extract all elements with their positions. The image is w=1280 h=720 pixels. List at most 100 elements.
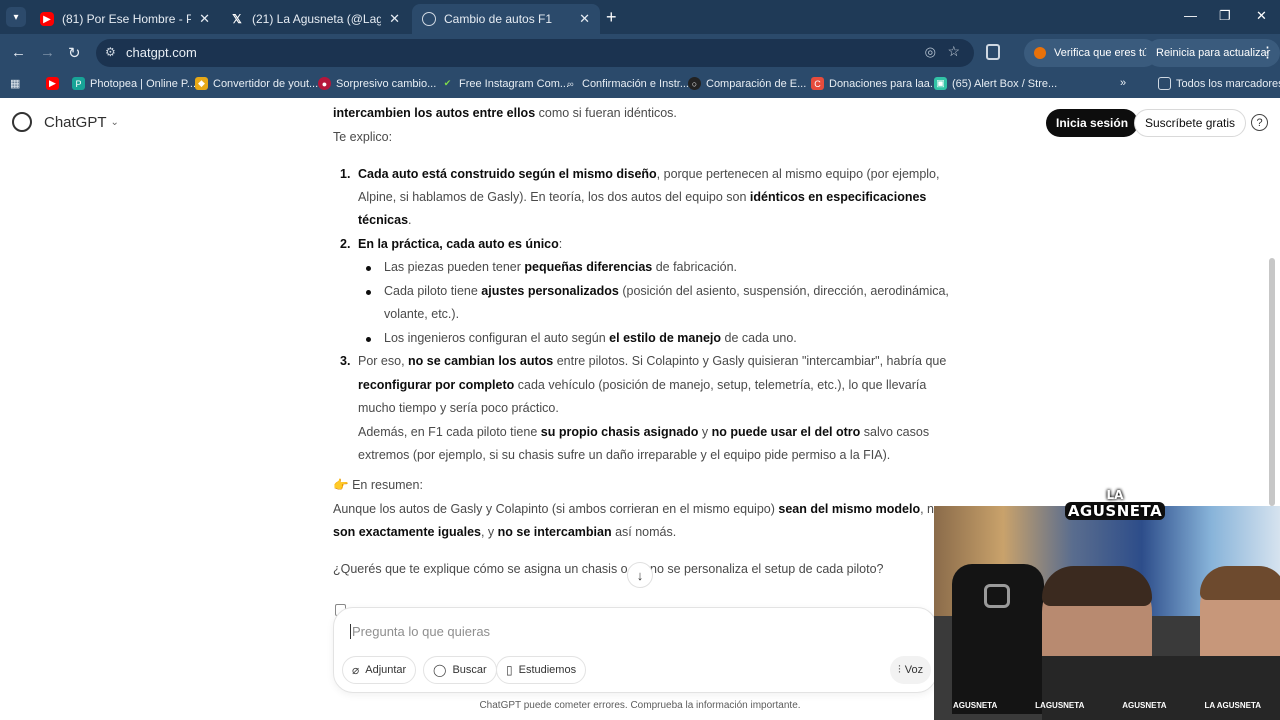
bookmark-item[interactable]: ▣ (65) Alert Box / Stre... <box>934 77 1057 90</box>
x-handle: LAGUSNETA <box>1035 700 1085 710</box>
close-tab-icon[interactable]: ✕ <box>389 11 400 27</box>
list-item-1-line3: técnicas. <box>358 213 412 227</box>
site-settings-icon[interactable]: ⚙ <box>105 45 116 59</box>
forward-icon[interactable]: → <box>40 44 55 61</box>
tab-title: (81) Por Ese Hombre - Pimpine <box>62 12 192 26</box>
bookmark-item[interactable]: ● Sorpresivo cambio... <box>318 77 436 90</box>
bookmark-label: (65) Alert Box / Stre... <box>952 77 1058 90</box>
restore-icon[interactable]: ❐ <box>1219 8 1231 24</box>
bookmark-label: Sorpresivo cambio... <box>336 77 437 90</box>
close-tab-icon[interactable]: ✕ <box>579 11 590 27</box>
bookmark-item[interactable]: ◆ Convertidor de yout... <box>195 77 318 90</box>
verify-label: Verifica que eres tú <box>1054 47 1149 59</box>
menu-kebab-icon[interactable]: ⋮ <box>1260 43 1275 61</box>
list-item-2: En la práctica, cada auto es único: <box>358 237 563 251</box>
bookmark-star-icon[interactable]: ☆ <box>947 43 960 60</box>
bookmark-item[interactable]: ✔ Free Instagram Com... <box>441 77 569 90</box>
hair <box>1200 566 1280 600</box>
list-item-1: Cada auto está construido según el mismo… <box>358 167 940 181</box>
close-window-icon[interactable]: ✕ <box>1256 8 1267 24</box>
prompt-input[interactable]: Pregunta lo que quieras <box>350 624 490 639</box>
bullet-item: Cada piloto tiene ajustes personalizados… <box>384 284 949 298</box>
all-bookmarks[interactable]: Todos los marcadores <box>1158 77 1280 90</box>
bookmark-item[interactable]: ∞ Confirmación e Instr... <box>564 77 689 90</box>
intro-line: intercambien los autos entre ellos como … <box>333 106 677 120</box>
folder-icon <box>1158 77 1171 90</box>
signup-button[interactable]: Suscríbete gratis <box>1134 109 1247 137</box>
prompt-composer[interactable]: Pregunta lo que quieras ⌀ Adjuntar ◯ Busca… <box>333 607 937 693</box>
reload-icon[interactable]: ↻ <box>68 44 81 62</box>
te-explico: Te explico: <box>333 130 393 144</box>
login-button[interactable]: Inicia sesión <box>1046 109 1139 137</box>
tab-title: (21) La Agusneta (@Lagusneta) <box>252 12 382 26</box>
webcam-overlay: AGUSNETA LAGUSNETA AGUSNETA LA AGUSNETA <box>934 506 1280 720</box>
back-icon[interactable]: ← <box>11 44 26 61</box>
list-item-3: Por eso, no se cambian los autos entre p… <box>358 354 947 368</box>
minimize-icon[interactable]: — <box>1184 8 1197 23</box>
chair-logo-icon <box>984 584 1010 608</box>
new-tab-icon[interactable]: + <box>606 8 617 26</box>
extensions-icon[interactable] <box>986 44 1000 60</box>
bookmark-youtube[interactable]: ▶ <box>46 77 64 90</box>
url-text[interactable]: chatgpt.com <box>126 45 197 60</box>
link-icon: ∞ <box>567 78 574 89</box>
help-icon[interactable]: ? <box>1251 114 1268 131</box>
address-bar[interactable]: ⚙ chatgpt.com ◎ ☆ <box>96 39 974 67</box>
apps-grid-icon[interactable]: ▦ <box>10 77 20 90</box>
list-number: 2. <box>340 237 351 251</box>
bookmarks-bar: ▦ ▶ P Photopea | Online P... ◆ Convertidor… <box>0 72 1280 98</box>
bookmark-item[interactable]: P Photopea | Online P... <box>72 77 196 90</box>
bullet-dot <box>366 290 371 295</box>
bookmark-label: Convertidor de yout... <box>213 77 319 90</box>
bookmark-item[interactable]: ○ Comparación de E... <box>688 77 806 90</box>
tab-title: Cambio de autos F1 <box>444 12 553 26</box>
search-button[interactable]: ◯ Buscar <box>423 656 497 684</box>
bookmark-item[interactable]: C Donaciones para laa... <box>811 77 939 90</box>
tab-youtube[interactable]: ▶ (81) Por Ese Hombre - Pimpine ✕ <box>30 4 220 34</box>
logo-top-text: LA <box>1106 487 1124 502</box>
youtube-icon: ▶ <box>46 77 59 90</box>
attach-button[interactable]: ⌀ Adjuntar <box>342 656 417 684</box>
bookmark-label: Todos los marcadores <box>1176 77 1280 90</box>
close-tab-icon[interactable]: ✕ <box>199 11 210 27</box>
list-item-3-line2: reconfigurar por completo cada vehículo … <box>358 378 927 392</box>
eye-off-icon[interactable]: ◎ <box>925 44 936 60</box>
summary-line2: son exactamente iguales, y no se interca… <box>333 525 677 539</box>
model-selector[interactable]: ChatGPT ⌄ <box>12 112 119 132</box>
followup-question-a: ¿Querés que te explique cómo se asigna u… <box>333 562 628 576</box>
voice-button[interactable]: ⫶ Voz <box>890 656 932 684</box>
bookmark-label: Photopea | Online P... <box>90 77 197 90</box>
bullet-dot <box>366 266 371 271</box>
tab-chatgpt[interactable]: Cambio de autos F1 ✕ <box>412 4 600 34</box>
agusneta-logo: LA AGUSNETA <box>1064 478 1166 530</box>
bookmark-label: Comparación de E... <box>706 77 807 90</box>
pointing-hand-icon: 👉 <box>333 478 349 492</box>
converter-icon: ◆ <box>195 77 208 90</box>
app-name: ChatGPT <box>44 113 107 131</box>
kick-handle: AGUSNETA <box>1122 700 1167 710</box>
page-scrollbar[interactable] <box>1269 258 1275 506</box>
summary-line1: Aunque los autos de Gasly y Colapinto (s… <box>333 502 934 516</box>
tab-x[interactable]: 𝕏 (21) La Agusneta (@Lagusneta) ✕ <box>220 4 410 34</box>
study-button[interactable]: ▯ Estudiemos <box>496 656 587 684</box>
list-item-3-line3: mucho tiempo y sería poco práctico. <box>358 401 559 415</box>
youtube-icon: ▶ <box>40 12 54 26</box>
bullet-item-line2: volante, etc.). <box>384 307 460 321</box>
bookmark-label: Donaciones para laa... <box>829 77 940 90</box>
bullet-item: Los ingenieros configuran el auto según … <box>384 331 797 345</box>
chatgpt-icon <box>422 12 436 26</box>
list-item-3-para2-line2: extremos (por ejemplo, si su chasis sufr… <box>358 448 891 462</box>
x-icon: 𝕏 <box>232 12 242 26</box>
browser-toolbar: ← → ↻ ⚙ chatgpt.com ◎ ☆ Verifica que ere… <box>0 34 1280 72</box>
scroll-down-arrow-icon[interactable]: ↓ <box>627 562 653 588</box>
more-bookmarks-icon[interactable]: » <box>1120 77 1126 89</box>
photopea-icon: P <box>72 77 85 90</box>
list-number: 1. <box>340 167 351 181</box>
verify-button[interactable]: Verifica que eres tú <box>1024 39 1159 67</box>
chatgpt-logo-icon <box>12 112 32 132</box>
attach-label: Adjuntar <box>365 664 407 676</box>
bookmark-label: Free Instagram Com... <box>459 77 570 90</box>
tab-search-icon[interactable]: ▾ <box>6 7 26 27</box>
instagram-handle: AGUSNETA <box>952 700 998 710</box>
update-label: Reinicia para actualizar <box>1156 47 1271 59</box>
